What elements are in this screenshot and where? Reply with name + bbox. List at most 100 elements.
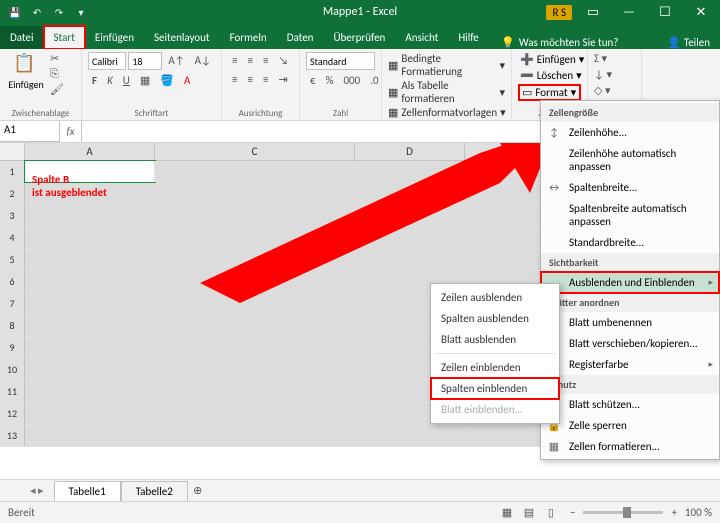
ctx-show-rows[interactable]: Zeilen einblenden: [431, 357, 559, 378]
cell[interactable]: [25, 403, 155, 424]
fm-colwidth[interactable]: ↔Spaltenbreite...: [541, 177, 719, 198]
row-header[interactable]: 4: [0, 227, 25, 248]
align-top-icon[interactable]: ≡: [228, 52, 241, 69]
view-pagebreak-icon[interactable]: ▯: [540, 504, 562, 522]
ctx-hide-sheet[interactable]: Blatt ausblenden: [431, 329, 559, 350]
cell[interactable]: [155, 161, 355, 182]
format-as-table-button[interactable]: ▦Als Tabelle formatieren ▾: [388, 79, 505, 105]
cell[interactable]: [355, 227, 465, 248]
formatpainter-icon[interactable]: 🖌: [50, 83, 64, 96]
align-bot-icon[interactable]: ≡: [259, 52, 272, 69]
percent-icon[interactable]: %: [322, 72, 338, 89]
row-header[interactable]: 1: [0, 161, 25, 182]
minimize-icon[interactable]: —: [614, 0, 644, 24]
clear-icon[interactable]: ◇ ▾: [594, 84, 635, 97]
copy-icon[interactable]: ⎘: [50, 67, 64, 81]
bold-icon[interactable]: F: [88, 72, 101, 89]
cell[interactable]: [155, 183, 355, 204]
sheet-tab-1[interactable]: Tabelle1: [54, 481, 121, 501]
cell[interactable]: [155, 271, 355, 292]
row-header[interactable]: 3: [0, 205, 25, 226]
cut-icon[interactable]: ✂: [50, 52, 64, 65]
grow-font-icon[interactable]: A↑: [164, 52, 188, 70]
tab-view[interactable]: Ansicht: [395, 26, 448, 49]
align-center-icon[interactable]: ≡: [243, 71, 256, 88]
cell[interactable]: [25, 271, 155, 292]
fm-autocol[interactable]: Spaltenbreite automatisch anpassen: [541, 198, 719, 232]
fm-lockcell[interactable]: 🔒Zelle sperren: [541, 415, 719, 436]
ctx-hide-cols[interactable]: Spalten ausblenden: [431, 308, 559, 329]
cell[interactable]: [25, 293, 155, 314]
tab-start[interactable]: Start: [44, 26, 85, 49]
row-header[interactable]: 10: [0, 359, 25, 380]
fill-color-icon[interactable]: 🪣: [156, 72, 178, 89]
tab-review[interactable]: Überprüfen: [323, 26, 395, 49]
name-box[interactable]: A1: [0, 121, 60, 142]
underline-icon[interactable]: U: [119, 72, 134, 89]
col-header-d[interactable]: D: [355, 143, 465, 160]
cell[interactable]: [355, 425, 465, 446]
cell[interactable]: [155, 205, 355, 226]
cell[interactable]: [155, 249, 355, 270]
zoom-slider[interactable]: [583, 511, 663, 514]
paste-button[interactable]: 📋 Einfügen: [6, 52, 46, 106]
row-header[interactable]: 2: [0, 183, 25, 204]
number-format-select[interactable]: Standard: [306, 52, 375, 70]
maximize-icon[interactable]: ☐: [650, 0, 680, 24]
cell[interactable]: [25, 183, 155, 204]
insert-cells-button[interactable]: ➕Einfügen ▾: [518, 52, 581, 67]
cell[interactable]: [155, 425, 355, 446]
cell[interactable]: [155, 293, 355, 314]
inc-dec-icon[interactable]: .0: [366, 72, 382, 89]
align-mid-icon[interactable]: ≡: [243, 52, 256, 69]
tab-help[interactable]: Hilfe: [448, 26, 488, 49]
currency-icon[interactable]: €: [306, 72, 320, 89]
row-header[interactable]: 12: [0, 403, 25, 424]
fm-rename[interactable]: ●Blatt umbenennen: [541, 312, 719, 333]
fm-formatcells[interactable]: ▦Zellen formatieren...: [541, 436, 719, 457]
format-cells-button[interactable]: ▭Format ▾: [518, 84, 581, 101]
cell[interactable]: [355, 205, 465, 226]
zoom-percent[interactable]: 100 %: [685, 506, 712, 519]
ribbon-options-icon[interactable]: ▭: [578, 0, 608, 24]
qat-dropdown-icon[interactable]: ▾: [74, 5, 88, 19]
row-header[interactable]: 8: [0, 315, 25, 336]
cell[interactable]: [355, 161, 465, 182]
view-pagelayout-icon[interactable]: ▤: [518, 504, 540, 522]
cell[interactable]: [25, 337, 155, 358]
col-header-a[interactable]: A: [25, 143, 155, 160]
user-badge[interactable]: R S: [546, 5, 572, 20]
cell[interactable]: [155, 403, 355, 424]
font-family-select[interactable]: Calibri: [88, 52, 126, 70]
sheet-nav[interactable]: ◂ ▸: [30, 484, 44, 497]
fm-autorow[interactable]: Zeilenhöhe automatisch anpassen: [541, 143, 719, 177]
cell[interactable]: [355, 183, 465, 204]
row-header[interactable]: 9: [0, 337, 25, 358]
row-header[interactable]: 5: [0, 249, 25, 270]
cell[interactable]: [155, 315, 355, 336]
row-header[interactable]: 13: [0, 425, 25, 446]
cell[interactable]: [25, 359, 155, 380]
ctx-show-cols[interactable]: Spalten einblenden: [431, 378, 559, 399]
cell[interactable]: [25, 205, 155, 226]
tab-file[interactable]: Datei: [0, 26, 44, 49]
select-all-button[interactable]: [0, 143, 25, 160]
orientation-icon[interactable]: ↘: [274, 52, 292, 69]
tell-me-search[interactable]: 💡Was möchten Sie tun?: [501, 36, 661, 49]
tab-formulas[interactable]: Formeln: [220, 26, 277, 49]
thousands-icon[interactable]: 000: [339, 72, 364, 89]
sheet-tab-2[interactable]: Tabelle2: [121, 481, 188, 501]
shrink-font-icon[interactable]: A↓: [191, 52, 215, 70]
row-header[interactable]: 7: [0, 293, 25, 314]
ctx-hide-rows[interactable]: Zeilen ausblenden: [431, 287, 559, 308]
fm-tabcolor[interactable]: Registerfarbe: [541, 354, 719, 375]
zoom-in-icon[interactable]: +: [671, 506, 676, 519]
cell[interactable]: [25, 381, 155, 402]
fm-movecopy[interactable]: Blatt verschieben/kopieren...: [541, 333, 719, 354]
zoom-out-icon[interactable]: −: [570, 506, 575, 519]
cell[interactable]: [155, 359, 355, 380]
row-header[interactable]: 6: [0, 271, 25, 292]
share-button[interactable]: 👤Teilen: [667, 36, 710, 49]
align-left-icon[interactable]: ≡: [228, 71, 241, 88]
cell[interactable]: [155, 227, 355, 248]
